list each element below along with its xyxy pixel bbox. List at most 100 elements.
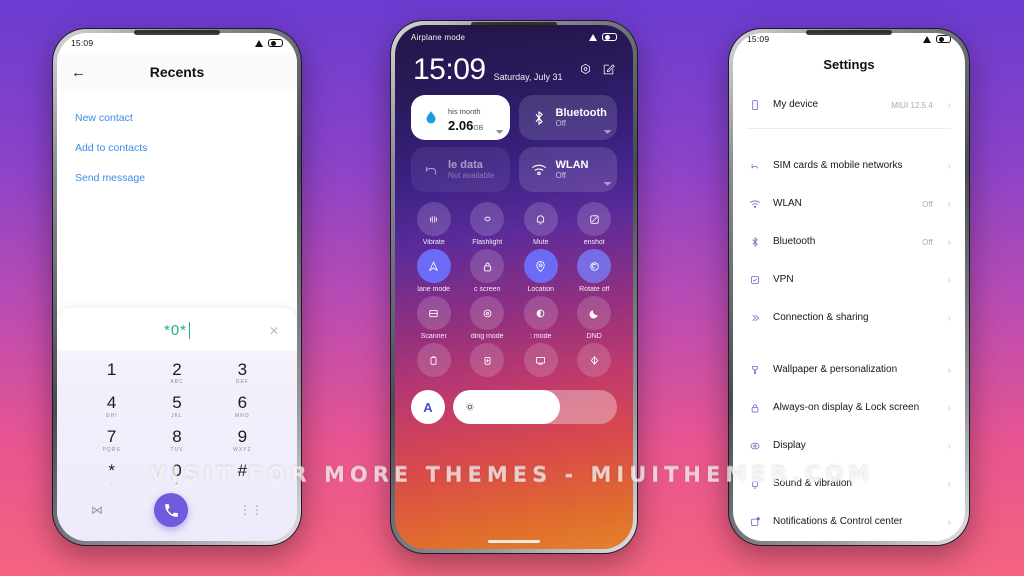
toggle-label: ding mode	[470, 333, 504, 340]
status-time: 15:09	[71, 38, 94, 48]
toggle-label: Mute	[532, 239, 549, 246]
toggle-contrast[interactable]	[568, 343, 622, 380]
key-letters: JKL	[171, 413, 183, 420]
dialer-input[interactable]: *0*	[164, 322, 191, 340]
chevron-right-icon: ›	[947, 440, 951, 452]
resize-handle-icon[interactable]: ◢	[603, 177, 612, 187]
brightness-slider[interactable]	[453, 390, 617, 424]
settings-item-label: Bluetooth	[773, 236, 816, 248]
toggle-battery-saver[interactable]	[407, 343, 461, 380]
settings-item-label: VPN	[773, 274, 794, 286]
toggle-airplane-mode[interactable]: lane mode	[407, 249, 461, 293]
recents-header: ← Recents	[57, 53, 297, 91]
key-digit: #	[237, 461, 248, 481]
phone-left-screen: 15:09 ← Recents New contact Add to conta…	[57, 33, 297, 541]
settings-item-sound-vibration[interactable]: Sound & vibration ›	[747, 465, 951, 503]
settings-item-sim-cards[interactable]: SIM cards & mobile networks ›	[747, 147, 951, 185]
menu-item-send-message[interactable]: Send message	[75, 163, 279, 193]
settings-group-device: My device MIUI 12.5.4 ›	[733, 86, 965, 147]
settings-item-always-on-display[interactable]: Always-on display & Lock screen ›	[747, 389, 951, 427]
key-2[interactable]: 2 ABC	[144, 356, 209, 390]
card-mobile-data[interactable]: le data Not available	[411, 147, 510, 192]
chevron-right-icon: ›	[947, 402, 951, 414]
display-icon	[747, 438, 763, 454]
card-data-text: his month 2.06GB	[448, 101, 483, 133]
close-icon[interactable]: ✕	[269, 324, 279, 338]
water-drop-icon	[421, 108, 441, 128]
settings-item-value: Off	[922, 237, 933, 247]
settings-item-wlan[interactable]: WLAN Off ›	[747, 185, 951, 223]
menu-item-add-to-contacts[interactable]: Add to contacts	[75, 133, 279, 163]
key-8[interactable]: 8 TUV	[144, 423, 209, 457]
location-pin-icon	[523, 249, 558, 283]
toggle-rotate-off[interactable]: Rotate off	[568, 249, 622, 293]
key-1[interactable]: 1	[79, 356, 144, 390]
chevron-right-icon: ›	[947, 236, 951, 248]
toggle-screenshot[interactable]: enshot	[568, 202, 622, 246]
keypad-toggle-icon[interactable]: ⋮⋮	[239, 503, 263, 517]
sound-icon	[747, 476, 763, 492]
settings-item-value: Off	[922, 199, 933, 209]
toggle-dark-mode[interactable]: : mode	[514, 296, 568, 340]
dialer-input-row[interactable]: *0* ✕	[57, 311, 297, 350]
card-wlan[interactable]: WLAN Off ◢	[518, 147, 617, 192]
phone-call-icon[interactable]	[154, 493, 188, 527]
key-5[interactable]: 5 JKL	[144, 389, 209, 423]
settings-gear-icon[interactable]	[579, 63, 592, 81]
toggle-label: DND	[586, 333, 602, 340]
key-6[interactable]: 6 MNO	[210, 389, 275, 423]
toggle-reading-mode[interactable]: ding mode	[461, 296, 515, 340]
menu-item-new-contact[interactable]: New contact	[75, 103, 279, 133]
notification-icon	[747, 514, 763, 530]
toggle-dnd[interactable]: DND	[568, 296, 622, 340]
video-call-icon[interactable]: ⋈	[91, 503, 103, 517]
toggle-lock-screen[interactable]: c screen	[461, 249, 515, 293]
key-4[interactable]: 4 GHI	[79, 389, 144, 423]
battery-icon	[268, 39, 283, 47]
quick-toggle-grid: Vibrate Flashlight Mute enshot lane mode…	[395, 192, 633, 380]
toggle-flashlight[interactable]: Flashlight	[461, 202, 515, 246]
key-0[interactable]: 0 +	[144, 457, 209, 491]
clock-time: 15:09	[413, 53, 486, 86]
resize-handle-icon[interactable]: ◢	[495, 125, 504, 135]
edit-icon[interactable]	[602, 63, 615, 81]
key-3[interactable]: 3 DEF	[210, 356, 275, 390]
status-time: 15:09	[747, 34, 770, 44]
key-digit: 1	[106, 359, 117, 379]
lock-icon	[470, 249, 505, 283]
toggle-location[interactable]: Location	[514, 249, 568, 293]
toggle-vibrate[interactable]: Vibrate	[407, 202, 461, 246]
key-9[interactable]: 9 WXYZ	[210, 423, 275, 457]
settings-item-connection-sharing[interactable]: Connection & sharing ›	[747, 299, 951, 337]
settings-item-wallpaper[interactable]: Wallpaper & personalization ›	[747, 351, 951, 389]
phone-notch	[806, 30, 892, 35]
key-hash[interactable]: #	[210, 457, 275, 491]
settings-item-bluetooth[interactable]: Bluetooth Off ›	[747, 223, 951, 261]
settings-item-display[interactable]: Display ›	[747, 427, 951, 465]
key-7[interactable]: 7 PQRS	[79, 423, 144, 457]
sharing-icon	[747, 310, 763, 326]
card-bluetooth[interactable]: Bluetooth Off ◢	[518, 95, 617, 140]
dark-mode-icon	[523, 296, 558, 330]
toggle-cast[interactable]	[514, 343, 568, 380]
toggle-mute[interactable]: Mute	[514, 202, 568, 246]
toggle-scanner[interactable]: Scanner	[407, 296, 461, 340]
screenshot-icon	[577, 202, 612, 236]
key-star[interactable]: *,	[79, 457, 144, 491]
settings-group-personalization: Wallpaper & personalization › Always-on …	[733, 351, 965, 541]
settings-item-my-device[interactable]: My device MIUI 12.5.4 ›	[747, 86, 951, 124]
card-data-usage[interactable]: his month 2.06GB ◢	[411, 95, 510, 140]
battery-icon	[602, 33, 617, 41]
sim-card-icon	[747, 158, 763, 174]
toggle-battery-plus[interactable]	[461, 343, 515, 380]
auto-brightness-button[interactable]: A	[411, 390, 445, 424]
key-letters	[210, 481, 275, 487]
triangle-icon	[923, 35, 931, 43]
key-letters	[79, 379, 144, 385]
settings-item-vpn[interactable]: VPN ›	[747, 261, 951, 299]
flashlight-icon	[470, 202, 505, 236]
dialer-panel: *0* ✕ 1 2 ABC 3 DEF 4 GHI 5 JKL 6 MNO 7 PQRS 8…	[57, 307, 297, 541]
toggle-label: Location	[527, 286, 554, 293]
settings-item-notifications[interactable]: Notifications & Control center ›	[747, 503, 951, 541]
lock-icon	[747, 400, 763, 416]
